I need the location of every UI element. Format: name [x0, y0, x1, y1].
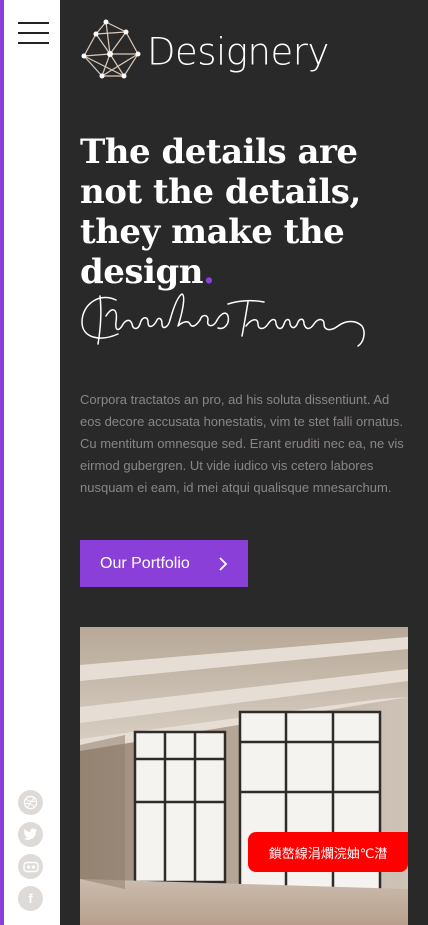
sidebar: f [0, 0, 60, 925]
dribbble-icon[interactable] [18, 790, 43, 815]
chat-badge[interactable]: 鎖嶅線涓爛浣妯℃澘 [248, 832, 408, 872]
our-portfolio-button[interactable]: Our Portfolio [80, 540, 248, 587]
flickr-icon[interactable] [18, 854, 43, 879]
chevron-right-icon [219, 557, 228, 571]
facebook-glyph: f [28, 891, 33, 906]
cta-label: Our Portfolio [100, 554, 190, 572]
twitter-icon[interactable] [18, 822, 43, 847]
hero-body-text: Corpora tractatos an pro, ad his soluta … [80, 392, 404, 495]
handwritten-signature [81, 293, 365, 347]
headline-text: The details are not the details, they ma… [80, 132, 361, 292]
loft-interior-image [80, 627, 408, 925]
geometric-network-icon [81, 19, 141, 79]
facebook-icon[interactable]: f [18, 886, 43, 911]
chat-badge-label: 鎖嶅線涓爛浣妯℃澘 [268, 846, 388, 862]
main-content: Designery The details are not the detail… [60, 0, 428, 925]
site-logo[interactable]: Designery [80, 18, 329, 84]
hamburger-menu-icon[interactable] [18, 20, 51, 46]
hero-headline: The details are not the details, they ma… [80, 132, 425, 292]
brand-name: Designery [147, 29, 329, 73]
social-links: f [18, 790, 43, 918]
